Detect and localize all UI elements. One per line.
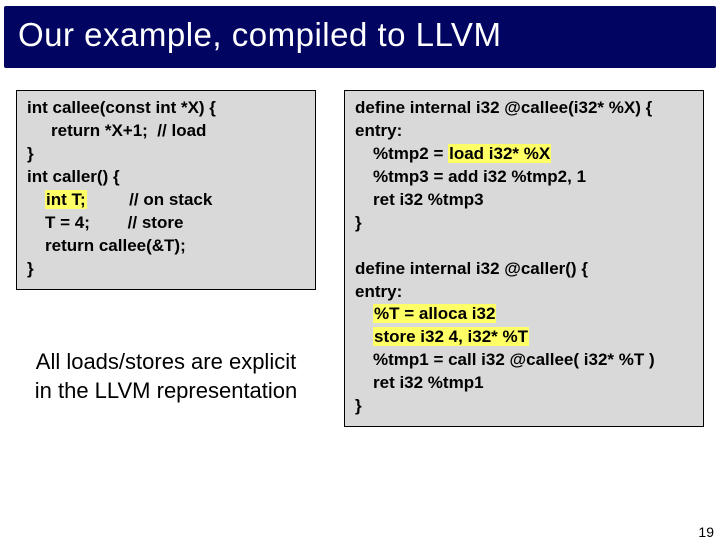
code-line: } — [355, 212, 693, 235]
explanatory-note: All loads/stores are explicit in the LLV… — [30, 348, 302, 405]
code-line: int T; // on stack — [27, 189, 305, 212]
c-source-box: int callee(const int *X) { return *X+1; … — [16, 90, 316, 290]
code-line: %tmp1 = call i32 @callee( i32* %T ) — [355, 349, 693, 372]
code-line: } — [27, 258, 305, 281]
code-line: ret i32 %tmp3 — [355, 189, 693, 212]
title-bar: Our example, compiled to LLVM — [4, 6, 716, 68]
code-line: define internal i32 @callee(i32* %X) { — [355, 97, 693, 120]
slide-title: Our example, compiled to LLVM — [18, 16, 702, 54]
code-line: entry: — [355, 120, 693, 143]
code-line: define internal i32 @caller() { — [355, 258, 693, 281]
code-line: ret i32 %tmp1 — [355, 372, 693, 395]
slide: Our example, compiled to LLVM int callee… — [0, 6, 720, 540]
code-line: } — [27, 143, 305, 166]
code-line: int caller() { — [27, 166, 305, 189]
blank-line — [355, 235, 693, 258]
code-line: return *X+1; // load — [27, 120, 305, 143]
code-line: %tmp2 = load i32* %X — [355, 143, 693, 166]
code-line: %tmp3 = add i32 %tmp2, 1 — [355, 166, 693, 189]
code-line: } — [355, 395, 693, 418]
code-line: T = 4; // store — [27, 212, 305, 235]
code-line: store i32 4, i32* %T — [355, 326, 693, 349]
llvm-ir-box: define internal i32 @callee(i32* %X) { e… — [344, 90, 704, 427]
code-line: int callee(const int *X) { — [27, 97, 305, 120]
code-line: entry: — [355, 281, 693, 304]
page-number: 19 — [698, 524, 714, 540]
code-line: return callee(&T); — [27, 235, 305, 258]
code-line: %T = alloca i32 — [355, 303, 693, 326]
